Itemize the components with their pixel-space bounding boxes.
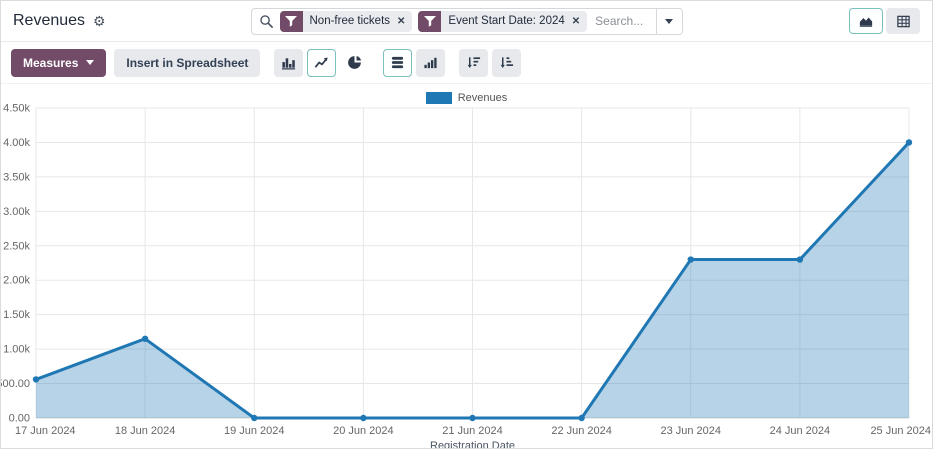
search-facet-non-free-tickets: Non-free tickets ✕ — [280, 11, 413, 32]
pivot-view-button[interactable] — [886, 8, 920, 34]
control-panel-header: Revenues ⚙ Non-free tickets ✕ Event Star… — [1, 1, 932, 42]
svg-text:24 Jun 2024: 24 Jun 2024 — [770, 425, 831, 437]
svg-text:500.00: 500.00 — [1, 378, 30, 390]
breadcrumb: Revenues ⚙ — [13, 12, 251, 30]
line-chart-icon — [314, 55, 329, 70]
search-bar: Non-free tickets ✕ Event Start Date: 202… — [251, 8, 683, 35]
svg-text:4.50k: 4.50k — [3, 104, 30, 115]
legend-swatch — [426, 92, 452, 104]
gear-icon[interactable]: ⚙ — [93, 14, 106, 28]
chart-section: Revenues 0.00 500.00 1.00k 1.50k 2.00k 2.50k 3… — [1, 84, 932, 449]
svg-text:4.00k: 4.00k — [3, 137, 30, 149]
graph-toolbar: Measures Insert in Spreadsheet — [1, 42, 932, 84]
filter-funnel-icon — [418, 11, 441, 32]
svg-text:1.00k: 1.00k — [3, 344, 30, 356]
sort-ascending-button[interactable] — [492, 49, 521, 77]
facet-label: Event Start Date: 2024 — [441, 15, 571, 27]
chart-legend[interactable]: Revenues — [1, 84, 932, 104]
svg-text:2.50k: 2.50k — [3, 240, 30, 252]
facet-remove-icon[interactable]: ✕ — [572, 16, 587, 27]
area-chart-icon — [858, 14, 874, 28]
line-chart-button[interactable] — [307, 49, 336, 77]
svg-text:18 Jun 2024: 18 Jun 2024 — [115, 425, 176, 437]
sort-descending-icon — [466, 55, 481, 70]
svg-text:2.00k: 2.00k — [3, 275, 30, 287]
sort-ascending-icon — [499, 55, 514, 70]
search-input[interactable] — [587, 14, 655, 28]
cumulative-bars-icon — [423, 55, 438, 70]
facet-label: Non-free tickets — [303, 15, 398, 27]
svg-text:3.50k: 3.50k — [3, 171, 30, 183]
svg-text:23 Jun 2024: 23 Jun 2024 — [660, 425, 721, 437]
insert-in-spreadsheet-button[interactable]: Insert in Spreadsheet — [114, 49, 260, 77]
search-dropdown-toggle[interactable] — [656, 9, 682, 34]
bar-chart-button[interactable] — [274, 49, 303, 77]
filter-funnel-icon — [280, 11, 303, 32]
sort-descending-button[interactable] — [459, 49, 488, 77]
pie-chart-button[interactable] — [340, 49, 369, 77]
cumulative-toggle-button[interactable] — [416, 49, 445, 77]
pivot-table-icon — [896, 14, 911, 29]
svg-text:3.00k: 3.00k — [3, 206, 30, 218]
graph-view-button[interactable] — [849, 8, 883, 34]
svg-text:Registration Date: Registration Date — [430, 440, 515, 449]
page-title: Revenues — [13, 12, 85, 30]
svg-text:19 Jun 2024: 19 Jun 2024 — [224, 425, 285, 437]
revenues-area-chart[interactable]: 0.00 500.00 1.00k 1.50k 2.00k 2.50k 3.00k 3.50k… — [1, 104, 933, 449]
search-facet-event-start-date: Event Start Date: 2024 ✕ — [418, 11, 587, 32]
stacked-toggle-button[interactable] — [383, 49, 412, 77]
svg-text:0.00: 0.00 — [9, 413, 30, 425]
revenues-graph-view: Revenues ⚙ Non-free tickets ✕ Event Star… — [0, 0, 933, 449]
svg-text:20 Jun 2024: 20 Jun 2024 — [333, 425, 394, 437]
legend-label: Revenues — [458, 92, 508, 104]
svg-text:22 Jun 2024: 22 Jun 2024 — [551, 425, 612, 437]
measures-button[interactable]: Measures — [11, 49, 106, 77]
search-icon — [259, 14, 274, 29]
chevron-down-icon — [665, 19, 673, 24]
pie-chart-icon — [347, 55, 362, 70]
svg-text:25 Jun 2024: 25 Jun 2024 — [870, 425, 931, 437]
svg-text:17 Jun 2024: 17 Jun 2024 — [15, 425, 76, 437]
view-switcher — [683, 8, 921, 34]
stacked-icon — [390, 55, 405, 70]
chevron-down-icon — [86, 60, 94, 65]
svg-text:21 Jun 2024: 21 Jun 2024 — [442, 425, 503, 437]
svg-text:1.50k: 1.50k — [3, 309, 30, 321]
measures-label: Measures — [23, 56, 78, 70]
bar-chart-icon — [281, 55, 296, 71]
facet-remove-icon[interactable]: ✕ — [397, 16, 412, 27]
